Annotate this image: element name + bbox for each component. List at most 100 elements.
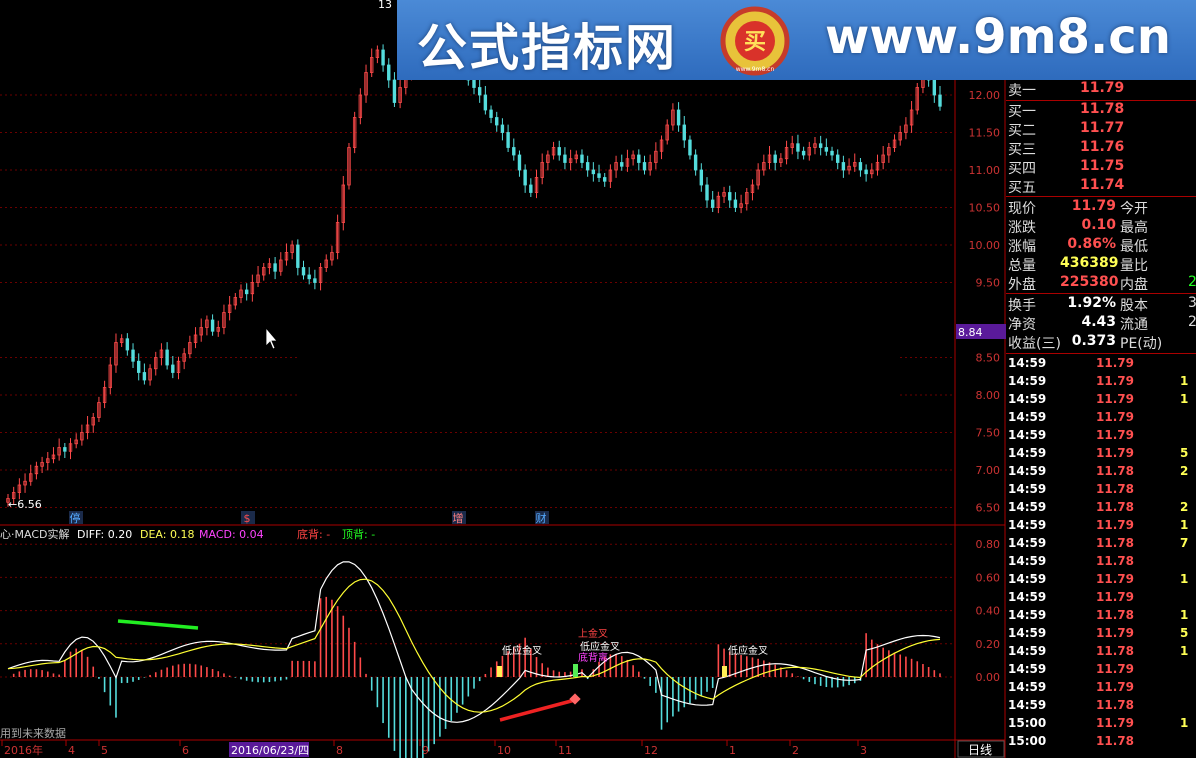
- price-axis-label: 10.50: [969, 202, 1001, 215]
- stat-value: 225380: [1060, 274, 1119, 290]
- candle-body: [699, 169, 704, 186]
- stat-row: 涨幅 0.86% 最低: [1008, 236, 1196, 255]
- order-level-price: 11.75: [1080, 158, 1125, 174]
- tick-volume: 2: [1180, 464, 1189, 478]
- candle-body: [733, 199, 738, 208]
- tick-row: 14:59 11.79 1: [1008, 518, 1196, 536]
- bull-divergence-line: [117, 619, 199, 630]
- candle-body: [676, 109, 681, 126]
- order-level-price: 11.79: [1080, 80, 1125, 96]
- price-axis-label: 9.50: [976, 277, 1001, 290]
- stat-label: 最高: [1120, 220, 1148, 236]
- signal-label: 上金叉: [578, 627, 608, 640]
- event-mark: $: [244, 512, 251, 525]
- tick-price: 11.78: [1096, 644, 1134, 658]
- tick-time: 14:59: [1008, 698, 1047, 712]
- stat-label: PE(动): [1120, 336, 1163, 352]
- candle-body: [63, 447, 67, 452]
- tick-time: 14:59: [1008, 626, 1047, 640]
- candle-body: [710, 199, 715, 208]
- stat-row: 现价 11.79 今开: [1008, 198, 1196, 217]
- mouse-cursor-icon: [265, 326, 278, 350]
- time-axis-label: 11: [558, 744, 572, 757]
- tick-price: 11.79: [1096, 428, 1134, 442]
- candle-body: [210, 319, 215, 332]
- stat-label: 现价: [1008, 201, 1036, 217]
- stat-value: 11.79: [1071, 198, 1116, 214]
- order-level-price: 11.74: [1080, 177, 1125, 193]
- price-axis-label: 8.50: [976, 352, 1001, 365]
- tick-row: 14:59 11.78: [1008, 554, 1196, 572]
- candle-body: [472, 79, 476, 88]
- candle-body: [301, 267, 306, 276]
- tick-row: 14:59 11.79 5: [1008, 446, 1196, 464]
- stat-row: 涨跌 0.10 最高: [1008, 217, 1196, 236]
- candle-body: [642, 162, 647, 171]
- candle-body: [165, 349, 169, 366]
- tick-price: 11.79: [1096, 446, 1134, 460]
- stat-label: 换手: [1008, 298, 1036, 314]
- candle-body: [585, 162, 590, 171]
- tick-volume: 7: [1180, 536, 1189, 550]
- divider: [1006, 353, 1196, 354]
- time-axis-label: 2: [792, 744, 799, 757]
- candle-body: [296, 244, 300, 268]
- tick-time: 15:00: [1008, 716, 1047, 730]
- stat-value: 3: [1188, 295, 1196, 311]
- price-axis-label: 6.50: [976, 502, 1001, 515]
- tick-row: 14:59 11.79: [1008, 356, 1196, 374]
- tick-volume: 1: [1180, 716, 1189, 730]
- candle-body: [796, 143, 800, 152]
- tick-row: 14:59 11.78: [1008, 482, 1196, 500]
- tick-price: 11.79: [1096, 716, 1134, 730]
- redacted-area: [299, 349, 897, 409]
- tick-time: 14:59: [1008, 446, 1047, 460]
- candle-body: [836, 154, 840, 163]
- tick-volume: 2: [1180, 500, 1189, 514]
- tick-price: 11.78: [1096, 482, 1134, 496]
- candle-body: [858, 162, 863, 171]
- tick-price: 11.79: [1096, 590, 1134, 604]
- signal-label: 底背离: [578, 651, 608, 664]
- order-level-price: 11.77: [1080, 120, 1125, 136]
- stat-row: 换手 1.92% 股本 3: [1008, 295, 1196, 314]
- tick-row: 14:59 11.78 2: [1008, 464, 1196, 482]
- tick-time: 14:59: [1008, 410, 1047, 424]
- tick-time: 14:59: [1008, 680, 1047, 694]
- candle-body: [307, 274, 311, 280]
- tick-price: 11.78: [1096, 608, 1134, 622]
- time-axis-label: 5: [101, 744, 108, 757]
- price-hover-label: 8.84: [958, 326, 983, 339]
- candle-body: [728, 192, 732, 201]
- tick-time: 15:00: [1008, 734, 1047, 748]
- candle-body: [500, 124, 505, 133]
- candle-body: [682, 124, 686, 141]
- candle-body: [938, 94, 942, 107]
- stat-label: 涨幅: [1008, 239, 1036, 255]
- bottom-divergence-label: 底背: -: [297, 527, 330, 541]
- tick-price: 11.79: [1096, 572, 1134, 586]
- candle-body: [313, 278, 317, 283]
- candle-body: [637, 154, 641, 163]
- macd-value: MACD: 0.04: [199, 528, 264, 541]
- candle-body: [381, 49, 385, 66]
- signal-bar: [497, 666, 502, 677]
- tick-time: 14:59: [1008, 644, 1047, 658]
- stat-row: 外盘 225380 内盘 2: [1008, 274, 1196, 293]
- date-cursor-label: 2016/06/23/四: [231, 744, 309, 757]
- event-mark: 财: [536, 511, 547, 525]
- diff-value: DIFF: 0.20: [77, 528, 132, 541]
- tick-row: 14:59 11.79: [1008, 590, 1196, 608]
- dea-line: [7, 578, 941, 713]
- price-axis-label: 10.00: [969, 239, 1001, 252]
- stat-value: 0.373: [1071, 333, 1116, 349]
- signal-bar: [573, 664, 578, 677]
- tick-volume: 1: [1180, 608, 1189, 622]
- order-level-label: 卖一: [1008, 83, 1036, 99]
- period-label: 日线: [968, 743, 992, 757]
- candle-body: [489, 109, 493, 118]
- logo-url: www.9m8.cn: [736, 66, 775, 73]
- buy-level-row: 买三 11.76: [1008, 139, 1196, 158]
- price-axis-label: 11.50: [969, 127, 1001, 140]
- time-axis-label: 10: [497, 744, 511, 757]
